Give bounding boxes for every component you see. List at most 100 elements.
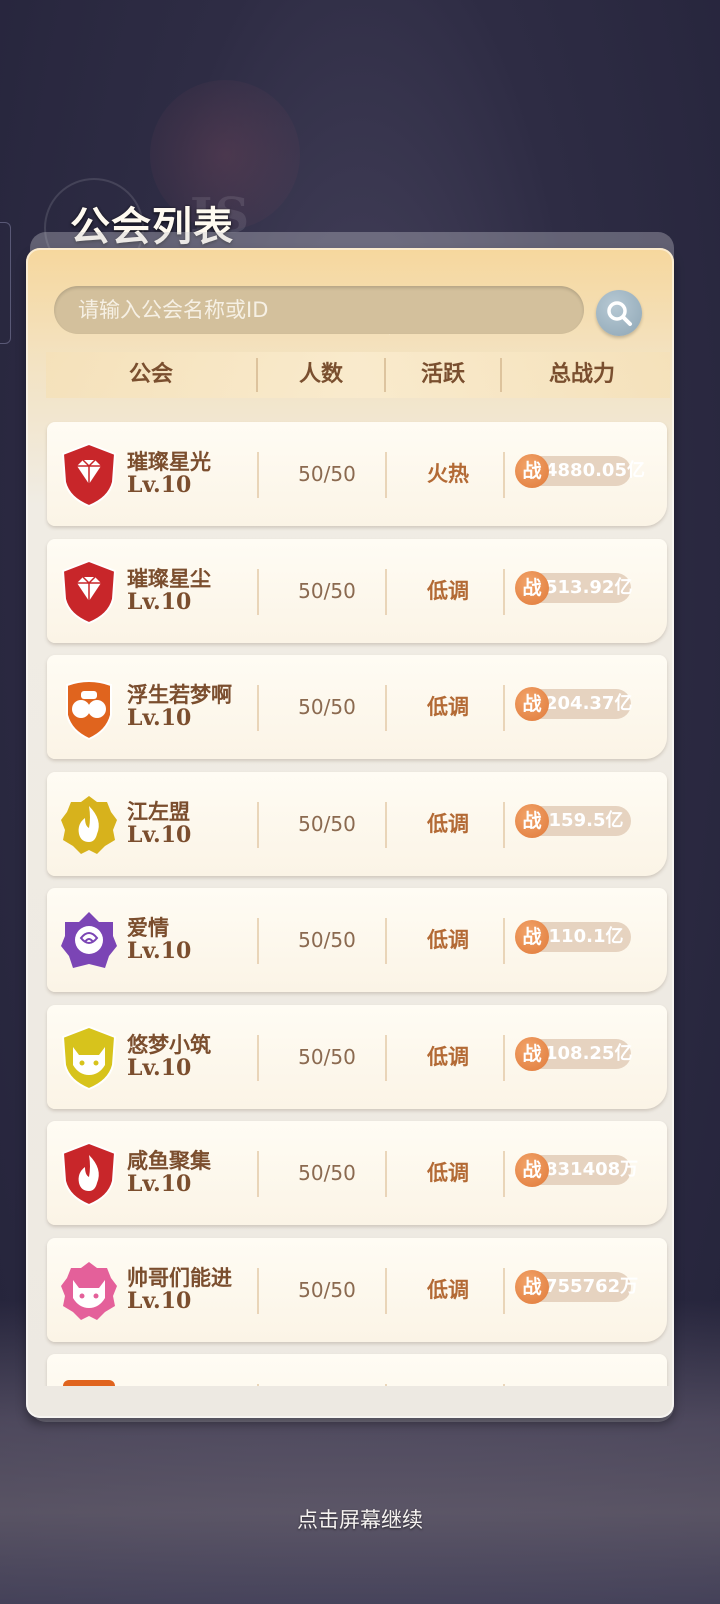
- row-divider: [257, 1034, 259, 1081]
- power-pill: 513.92亿 战: [515, 570, 633, 605]
- guild-power: 159.5亿: [548, 809, 624, 831]
- rose-badge-icon: [59, 908, 119, 974]
- row-divider: [257, 1151, 259, 1197]
- row-divider: [503, 1151, 505, 1197]
- header-members: 人数: [298, 362, 343, 387]
- orange-badge-icon: [59, 1374, 119, 1386]
- cat-badge-icon: [59, 1258, 119, 1324]
- row-divider: [385, 1384, 387, 1386]
- row-divider: [257, 452, 259, 498]
- guild-members: 50/50: [298, 811, 356, 836]
- row-divider: [503, 1267, 505, 1314]
- power-badge-icon: 战: [515, 1269, 549, 1304]
- guild-power: 110.1亿: [548, 926, 624, 947]
- diamond-shield-icon: [59, 442, 119, 508]
- guild-power: 4880.05亿: [545, 460, 645, 481]
- row-divider: [385, 452, 387, 498]
- guild-row[interactable]: 帅哥们能进 Lv.10 50/50 低调 755762万 战: [47, 1237, 667, 1342]
- table-header: 公会 人数 活跃 总战力: [46, 352, 670, 398]
- guild-activity: 低调: [427, 1044, 469, 1069]
- guild-row[interactable]: 浮生若梦啊 Lv.10 50/50 低调 204.37亿 战: [47, 655, 667, 759]
- row-divider: [385, 1034, 387, 1081]
- guild-level: Lv.10: [127, 938, 192, 964]
- row-divider: [385, 801, 387, 848]
- guild-level: Lv.10: [127, 1287, 192, 1314]
- guild-members: [267, 1354, 387, 1386]
- row-divider: [503, 685, 505, 731]
- row-divider: [257, 1384, 259, 1386]
- guild-level: Lv.10: [127, 1054, 192, 1081]
- guild-row[interactable]: 江左盟 Lv.10 50/50 低调 159.5亿 战: [47, 771, 667, 876]
- guild-members: 50/50: [298, 578, 356, 603]
- guild-activity: 低调: [427, 1161, 469, 1185]
- row-divider: [503, 918, 505, 964]
- power-pill: 204.37亿 战: [515, 687, 633, 721]
- guild-power: 108.25亿: [545, 1042, 633, 1064]
- power-pill: 755762万 战: [515, 1269, 639, 1304]
- row-divider: [385, 568, 387, 615]
- guild-level: Lv.10: [127, 1171, 192, 1197]
- guild-members: 50/50: [298, 1161, 356, 1185]
- search-icon: [607, 301, 632, 326]
- guild-level: Lv.10: [127, 705, 192, 731]
- header-guild: 公会: [128, 362, 173, 387]
- guild-members: 50/50: [298, 928, 356, 952]
- fist-shield-icon: [59, 675, 119, 741]
- row-divider: [503, 1384, 505, 1386]
- guild-activity: [393, 1354, 503, 1386]
- side-tab[interactable]: [0, 222, 11, 344]
- guild-row[interactable]: 爱情 Lv.10 50/50 低调 110.1亿 战: [47, 888, 667, 992]
- row-divider: [503, 801, 505, 848]
- guild-activity: 低调: [427, 811, 469, 836]
- row-divider: [257, 568, 259, 615]
- row-divider: [257, 918, 259, 964]
- guild-list[interactable]: 璀璨星光 Lv.10 50/50 火热 4880.05亿 战 璀璨星尘 Lv.1…: [40, 416, 680, 1386]
- power-pill: 4880.05亿 战: [515, 454, 645, 488]
- power-pill: 831408万 战: [515, 1153, 639, 1187]
- guild-row[interactable]: 璀璨星尘 Lv.10 50/50 低调 513.92亿 战: [47, 538, 667, 643]
- guild-power: 513.92亿: [545, 576, 633, 598]
- power-badge-icon: 战: [515, 1153, 549, 1187]
- power-pill: 108.25亿 战: [515, 1036, 633, 1071]
- power-pill: 110.1亿 战: [515, 920, 631, 954]
- search-input[interactable]: [54, 286, 584, 334]
- search-button[interactable]: [596, 290, 642, 336]
- header-activity: 活跃: [420, 362, 465, 387]
- guild-activity: 低调: [427, 1277, 469, 1302]
- power-badge-icon: 战: [515, 803, 549, 838]
- row-divider: [257, 1267, 259, 1314]
- guild-power: 755762万: [545, 1275, 639, 1297]
- guild-power: 831408万: [545, 1159, 639, 1180]
- guild-row[interactable]: 璀璨星光 Lv.10 50/50 火热 4880.05亿 战: [47, 422, 667, 526]
- power-badge-icon: 战: [515, 687, 549, 721]
- guild-activity: 低调: [427, 928, 469, 952]
- tap-to-continue[interactable]: 点击屏幕继续: [0, 1504, 720, 1534]
- power-pill: 159.5亿 战: [515, 803, 631, 838]
- row-divider: [385, 1151, 387, 1197]
- diamond-shield-icon: [59, 559, 119, 625]
- guild-row[interactable]: 战: [47, 1354, 667, 1386]
- row-divider: [257, 801, 259, 848]
- guild-members: 50/50: [298, 1277, 356, 1302]
- row-divider: [503, 452, 505, 498]
- flame-badge-icon: [59, 792, 119, 858]
- guild-row[interactable]: 咸鱼聚集 Lv.10 50/50 低调 831408万 战: [47, 1121, 667, 1225]
- guild-level: Lv.10: [127, 821, 192, 848]
- search-field[interactable]: [54, 286, 584, 334]
- cat-shield-icon: [59, 1025, 119, 1091]
- guild-activity: 低调: [427, 578, 469, 603]
- guild-row[interactable]: 悠梦小筑 Lv.10 50/50 低调 108.25亿 战: [47, 1004, 667, 1109]
- guild-members: 50/50: [298, 695, 356, 719]
- flame-shield-icon: [59, 1141, 119, 1207]
- guild-members: 50/50: [298, 1044, 356, 1069]
- power-badge-icon: 战: [515, 454, 549, 488]
- guild-level: Lv.10: [127, 588, 192, 615]
- guild-members: 50/50: [298, 462, 356, 486]
- row-divider: [503, 1034, 505, 1081]
- row-divider: [503, 568, 505, 615]
- guild-power: 204.37亿: [545, 693, 633, 714]
- row-divider: [385, 918, 387, 964]
- guild-activity: 火热: [427, 462, 469, 486]
- header-power: 总战力: [548, 362, 615, 387]
- row-divider: [257, 685, 259, 731]
